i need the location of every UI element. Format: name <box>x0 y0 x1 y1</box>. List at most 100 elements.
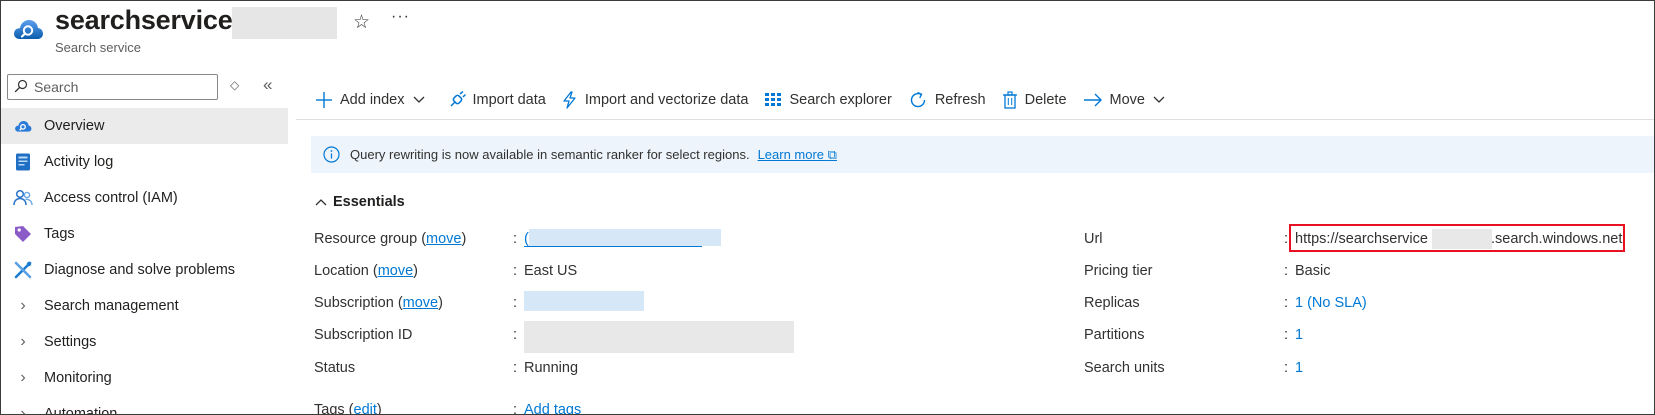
move-button[interactable]: Move <box>1083 92 1172 108</box>
refresh-icon <box>910 91 926 108</box>
separator-colon: : <box>513 402 518 415</box>
trash-icon <box>1002 91 1017 109</box>
external-link-icon: ⧉ <box>827 146 837 162</box>
learn-more-label: Learn more <box>757 146 825 162</box>
add-tags-link[interactable]: Add tags <box>524 402 581 414</box>
redacted-subscription-id <box>524 321 794 353</box>
sidebar-item-access-control[interactable]: Access control (IAM) <box>1 180 288 216</box>
sidebar-item-diagnose[interactable]: Diagnose and solve problems <box>1 252 288 288</box>
search-icon <box>14 79 28 93</box>
lightning-icon <box>563 91 576 109</box>
sidebar-item-tags[interactable]: Tags <box>1 216 288 252</box>
partitions-label: Partitions <box>1084 327 1145 343</box>
location-label: Location (move) <box>314 263 418 279</box>
chevron-up-icon <box>315 199 327 206</box>
replicas-value-link[interactable]: 1 (No SLA) <box>1295 295 1367 311</box>
separator-colon: : <box>1284 231 1289 247</box>
info-icon <box>323 146 340 163</box>
import-data-button[interactable]: Import data <box>448 91 546 109</box>
grid-explorer-icon <box>765 93 782 106</box>
location-value: East US <box>524 263 578 279</box>
separator-colon: : <box>513 327 518 343</box>
sidebar-item-label: Overview <box>44 118 105 134</box>
add-index-label: Add index <box>340 92 405 108</box>
separator-colon: : <box>513 231 518 247</box>
chevron-right-icon: › <box>20 297 26 314</box>
replicas-label: Replicas <box>1084 295 1140 311</box>
pricing-tier-label: Pricing tier <box>1084 263 1153 279</box>
sidebar-item-label: Search management <box>44 298 179 314</box>
sidebar-item-label: Diagnose and solve problems <box>44 262 236 278</box>
redacted-url-part <box>1432 229 1492 249</box>
redacted-subscription[interactable] <box>524 291 644 311</box>
chevron-down-icon <box>1153 96 1165 103</box>
add-index-button[interactable]: Add index <box>315 91 432 109</box>
collapse-sidebar-icon[interactable]: « <box>263 75 272 95</box>
search-units-value-link[interactable]: 1 <box>1295 360 1303 376</box>
cloud-search-icon <box>13 116 33 136</box>
sidebar-item-search-management[interactable]: › Search management <box>1 288 288 324</box>
sidebar-item-label: Tags <box>44 226 75 242</box>
sidebar-item-label: Activity log <box>44 154 114 170</box>
sidebar-nav: Overview Activity log Access control (IA… <box>1 108 288 415</box>
redacted-resource-group <box>529 229 721 246</box>
sidebar-item-activity-log[interactable]: Activity log <box>1 144 288 180</box>
tags-label: Tags (edit) <box>314 402 382 415</box>
sidebar-item-monitoring[interactable]: › Monitoring <box>1 360 288 396</box>
status-value: Running <box>524 360 579 376</box>
delete-label: Delete <box>1024 92 1067 108</box>
separator-colon: : <box>513 263 518 279</box>
move-resource-group-link[interactable]: move <box>426 231 461 247</box>
learn-more-link[interactable]: Learn more ⧉ <box>758 147 837 163</box>
people-icon <box>13 188 33 208</box>
search-explorer-button[interactable]: Search explorer <box>764 91 892 109</box>
separator-colon: : <box>1284 295 1289 311</box>
sidebar-search-box[interactable] <box>7 74 218 100</box>
toolbar-divider <box>296 119 1654 120</box>
redacted-name <box>232 7 337 39</box>
more-options-icon[interactable]: ··· <box>391 8 410 26</box>
url-suffix[interactable]: .search.windows.net <box>1491 231 1622 247</box>
page-title: searchservice- <box>55 5 242 35</box>
refresh-button[interactable]: Refresh <box>908 90 986 110</box>
chevron-right-icon: › <box>20 405 26 415</box>
move-location-link[interactable]: move <box>378 263 413 279</box>
resource-group-underline <box>524 246 702 247</box>
resource-group-label: Resource group (move) <box>314 231 467 247</box>
chevron-down-icon <box>413 96 424 103</box>
info-banner: Query rewriting is now available in sema… <box>311 136 1654 173</box>
import-data-label: Import data <box>472 92 546 108</box>
separator-colon: : <box>1284 360 1289 376</box>
sidebar-item-label: Settings <box>44 334 97 350</box>
command-bar: Add index Import data Import and vectori… <box>315 85 1188 115</box>
banner-text: Query rewriting is now available in sema… <box>350 147 750 162</box>
import-vectorize-button[interactable]: Import and vectorize data <box>562 91 748 109</box>
sidebar-item-label: Monitoring <box>44 370 112 386</box>
separator-colon: : <box>513 360 518 376</box>
resource-group-label-text: Resource group <box>314 231 418 247</box>
move-label: Move <box>1109 92 1145 108</box>
sidebar-item-automation[interactable]: › Automation <box>1 396 288 415</box>
status-label: Status <box>314 360 356 376</box>
sidebar-item-label: Access control (IAM) <box>44 190 178 206</box>
partitions-value-link[interactable]: 1 <box>1295 327 1303 343</box>
move-subscription-link[interactable]: move <box>403 295 438 311</box>
edit-tags-link[interactable]: edit <box>354 402 377 414</box>
sidebar-item-overview[interactable]: Overview <box>1 108 288 144</box>
sidebar-item-settings[interactable]: › Settings <box>1 324 288 360</box>
chevron-right-icon: › <box>20 369 26 386</box>
url-prefix[interactable]: https://searchservice <box>1295 231 1428 247</box>
pricing-tier-value: Basic <box>1295 263 1331 279</box>
wrench-icon <box>13 260 33 280</box>
essentials-toggle[interactable]: Essentials <box>315 194 405 210</box>
expand-collapse-toggle-icon[interactable]: ◇ <box>230 78 239 92</box>
search-service-icon <box>14 20 43 39</box>
delete-button[interactable]: Delete <box>1002 91 1067 109</box>
search-units-label: Search units <box>1084 360 1165 376</box>
separator-colon: : <box>1284 327 1289 343</box>
sidebar-search-input[interactable] <box>34 77 209 97</box>
subscription-label: Subscription (move) <box>314 295 443 311</box>
tags-label-text: Tags <box>314 402 345 415</box>
favorite-star-icon[interactable]: ☆ <box>353 11 370 34</box>
plus-icon <box>316 92 332 108</box>
